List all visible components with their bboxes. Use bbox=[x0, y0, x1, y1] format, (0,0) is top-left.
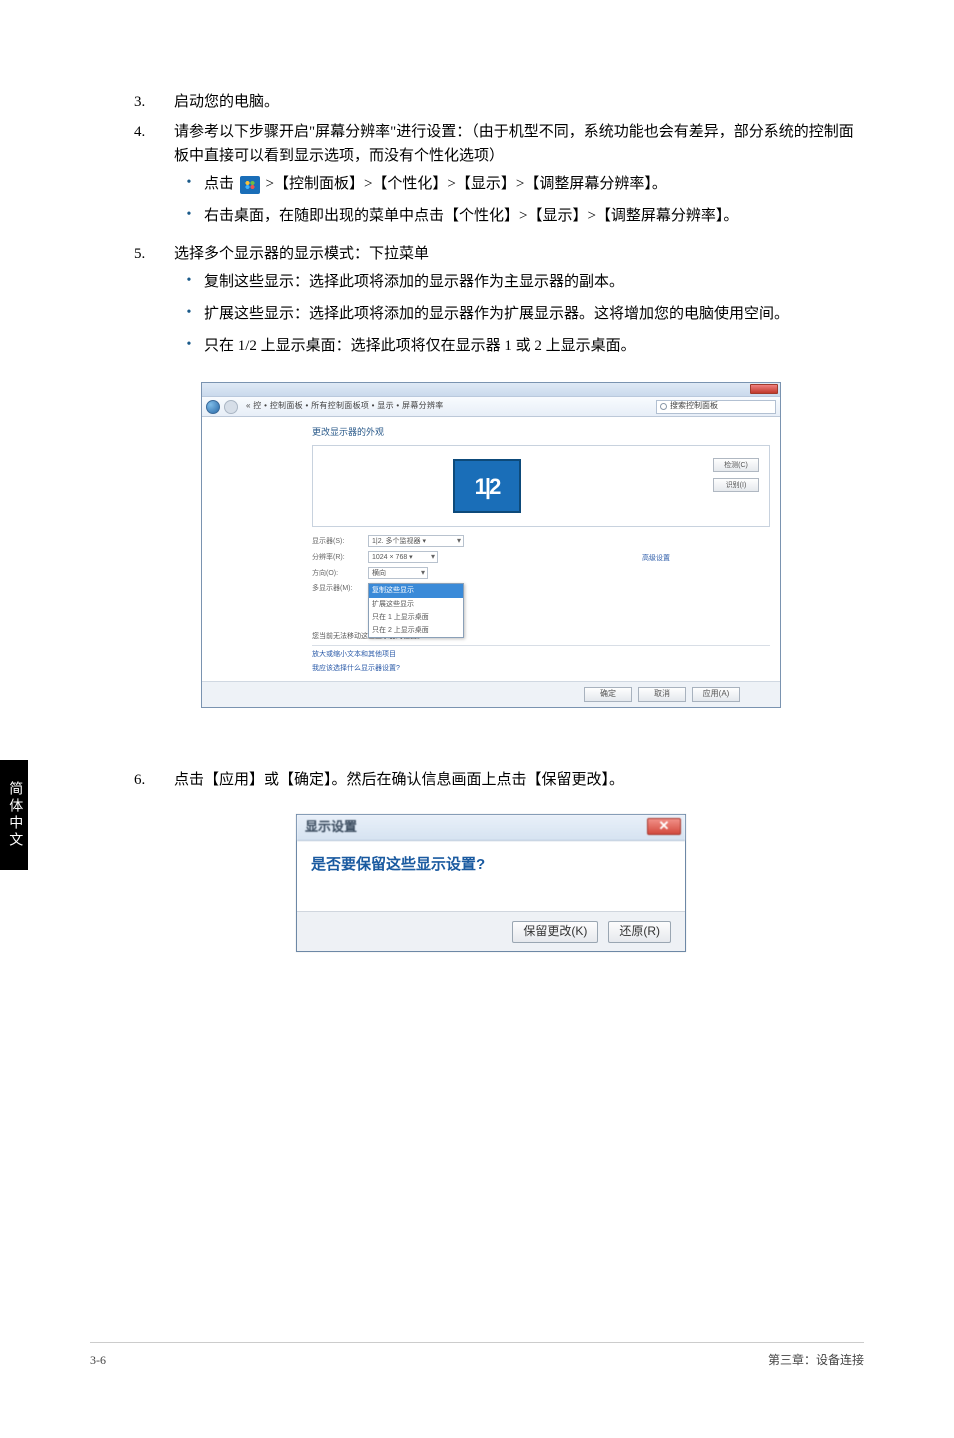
step-number: 4. bbox=[128, 120, 174, 236]
page-body: 3. 启动您的电脑。 4. 请参考以下步骤开启"屏幕分辨率"进行设置：（由于机型… bbox=[0, 0, 954, 952]
step-text: 选择多个显示器的显示模式：下拉菜单 bbox=[174, 246, 429, 262]
bullet-text: 扩展这些显示：选择此项将添加的显示器作为扩展显示器。这将增加您的电脑使用空间。 bbox=[204, 302, 854, 326]
bullet-text: 点击 bbox=[204, 176, 238, 192]
orientation-row: 方向(O): 横向 bbox=[312, 567, 770, 579]
chapter-label: 第三章：设备连接 bbox=[768, 1351, 864, 1370]
bullet-item: • 复制这些显示：选择此项将添加的显示器作为主显示器的副本。 bbox=[174, 270, 854, 294]
bullet-icon: • bbox=[174, 270, 204, 294]
advanced-settings-link[interactable]: 高级设置 bbox=[642, 553, 670, 564]
screenshot-display-settings-dialog: 显示设置 ✕ 是否要保留这些显示设置? 保留更改(K) 还原(R) bbox=[296, 814, 686, 952]
instruction-list: 3. 启动您的电脑。 4. 请参考以下步骤开启"屏幕分辨率"进行设置：（由于机型… bbox=[128, 90, 854, 366]
back-icon[interactable] bbox=[206, 400, 220, 414]
language-side-tab: 简体中文 bbox=[0, 760, 28, 870]
step-5: 5. 选择多个显示器的显示模式：下拉菜单 • 复制这些显示：选择此项将添加的显示… bbox=[128, 242, 854, 366]
windows-start-icon bbox=[240, 176, 260, 194]
dropdown-option[interactable]: 扩展这些显示 bbox=[369, 598, 463, 611]
dropdown-option[interactable]: 复制这些显示 bbox=[369, 584, 463, 597]
apply-button[interactable]: 应用(A) bbox=[692, 687, 740, 702]
step-number: 5. bbox=[128, 242, 174, 366]
monitor-preview-box: 1|2 检测(C) 识别(I) bbox=[312, 445, 770, 527]
bullet-item: • 点击 >【控制面板】>【个性化】>【显示】>【调整屏幕分辨率】。 bbox=[174, 172, 854, 196]
bullet-icon: • bbox=[174, 334, 204, 358]
divider bbox=[312, 645, 770, 646]
orientation-dropdown[interactable]: 横向 bbox=[368, 567, 428, 579]
step-number: 6. bbox=[128, 768, 174, 792]
bullet-text: 复制这些显示：选择此项将添加的显示器作为主显示器的副本。 bbox=[204, 270, 854, 294]
forward-icon[interactable] bbox=[224, 400, 238, 414]
step-4: 4. 请参考以下步骤开启"屏幕分辨率"进行设置：（由于机型不同，系统功能也会有差… bbox=[128, 120, 854, 236]
window-content: 更改显示器的外观 1|2 检测(C) 识别(I) 显示器(S): 1|2. 多个… bbox=[302, 417, 780, 681]
display-dropdown[interactable]: 1|2. 多个监视器 ▾ bbox=[368, 535, 464, 547]
multi-display-dropdown-open[interactable]: 复制这些显示 扩展这些显示 只在 1 上显示桌面 只在 2 上显示桌面 bbox=[368, 583, 464, 638]
identify-button[interactable]: 识别(I) bbox=[713, 478, 759, 492]
dropdown-option[interactable]: 只在 1 上显示桌面 bbox=[369, 611, 463, 624]
step-number: 3. bbox=[128, 90, 174, 114]
bullet-item: • 只在 1/2 上显示桌面：选择此项将仅在显示器 1 或 2 上显示桌面。 bbox=[174, 334, 854, 358]
bullet-icon: • bbox=[174, 204, 204, 228]
window-nav-bar: « 控 • 控制面板 • 所有控制面板项 • 显示 • 屏幕分辨率 搜索控制面板 bbox=[202, 397, 780, 417]
dialog-titlebar: 显示设置 ✕ bbox=[297, 815, 685, 841]
step-text: 请参考以下步骤开启"屏幕分辨率"进行设置：（由于机型不同，系统功能也会有差异，部… bbox=[174, 124, 854, 164]
page-footer: 3-6 第三章：设备连接 bbox=[90, 1342, 864, 1370]
page-number: 3-6 bbox=[90, 1351, 106, 1370]
revert-button[interactable]: 还原(R) bbox=[608, 921, 671, 943]
close-icon[interactable]: ✕ bbox=[647, 818, 681, 835]
keep-changes-button[interactable]: 保留更改(K) bbox=[512, 921, 598, 943]
search-placeholder: 搜索控制面板 bbox=[670, 400, 718, 413]
bullet-text: 右击桌面，在随即出现的菜单中点击【个性化】>【显示】>【调整屏幕分辨率】。 bbox=[204, 204, 854, 228]
breadcrumb[interactable]: « 控 • 控制面板 • 所有控制面板项 • 显示 • 屏幕分辨率 bbox=[242, 400, 652, 413]
detect-button[interactable]: 检测(C) bbox=[713, 458, 759, 472]
resolution-row: 分辨率(R): 1024 × 768 ▾ bbox=[312, 551, 770, 563]
bullet-text: 只在 1/2 上显示桌面：选择此项将仅在显示器 1 或 2 上显示桌面。 bbox=[204, 334, 854, 358]
step-3: 3. 启动您的电脑。 bbox=[128, 90, 854, 114]
text-size-link[interactable]: 放大或缩小文本和其他项目 bbox=[312, 649, 770, 660]
step-text: 启动您的电脑。 bbox=[174, 90, 854, 114]
dropdown-option[interactable]: 只在 2 上显示桌面 bbox=[369, 624, 463, 637]
field-label: 方向(O): bbox=[312, 568, 358, 579]
bullet-text: >【控制面板】>【个性化】>【显示】>【调整屏幕分辨率】。 bbox=[266, 176, 667, 192]
ok-button[interactable]: 确定 bbox=[584, 687, 632, 702]
bullet-icon: • bbox=[174, 302, 204, 326]
help-link[interactable]: 我应该选择什么显示器设置? bbox=[312, 663, 770, 674]
cancel-button[interactable]: 取消 bbox=[638, 687, 686, 702]
window-titlebar bbox=[202, 383, 780, 397]
screenshot-screen-resolution-window: « 控 • 控制面板 • 所有控制面板项 • 显示 • 屏幕分辨率 搜索控制面板… bbox=[201, 382, 781, 708]
step-6: 6. 点击【应用】或【确定】。然后在确认信息画面上点击【保留更改】。 bbox=[128, 768, 854, 792]
field-label: 分辨率(R): bbox=[312, 552, 358, 563]
bullet-item: • 扩展这些显示：选择此项将添加的显示器作为扩展显示器。这将增加您的电脑使用空间… bbox=[174, 302, 854, 326]
search-icon bbox=[660, 403, 667, 410]
resolution-dropdown[interactable]: 1024 × 768 ▾ bbox=[368, 551, 438, 563]
window-footer: 确定 取消 应用(A) bbox=[202, 681, 780, 707]
window-left-pane bbox=[202, 417, 302, 681]
display-row: 显示器(S): 1|2. 多个监视器 ▾ bbox=[312, 535, 770, 547]
field-label: 显示器(S): bbox=[312, 536, 358, 547]
monitor-preview-icon[interactable]: 1|2 bbox=[453, 459, 521, 513]
field-label: 多显示器(M): bbox=[312, 583, 358, 594]
search-input[interactable]: 搜索控制面板 bbox=[656, 400, 776, 414]
dialog-title: 显示设置 bbox=[305, 817, 357, 838]
dialog-body: 是否要保留这些显示设置? bbox=[297, 841, 685, 911]
dialog-footer: 保留更改(K) 还原(R) bbox=[297, 911, 685, 951]
multi-display-row: 多显示器(M): 复制这些显示 扩展这些显示 只在 1 上显示桌面 只在 2 上… bbox=[312, 583, 770, 594]
section-heading: 更改显示器的外观 bbox=[312, 425, 770, 439]
close-icon[interactable] bbox=[750, 384, 778, 394]
step-text: 点击【应用】或【确定】。然后在确认信息画面上点击【保留更改】。 bbox=[174, 768, 854, 792]
bullet-icon: • bbox=[174, 172, 204, 196]
instruction-list-cont: 6. 点击【应用】或【确定】。然后在确认信息画面上点击【保留更改】。 bbox=[128, 768, 854, 792]
bullet-item: • 右击桌面，在随即出现的菜单中点击【个性化】>【显示】>【调整屏幕分辨率】。 bbox=[174, 204, 854, 228]
dialog-question: 是否要保留这些显示设置? bbox=[311, 853, 671, 877]
